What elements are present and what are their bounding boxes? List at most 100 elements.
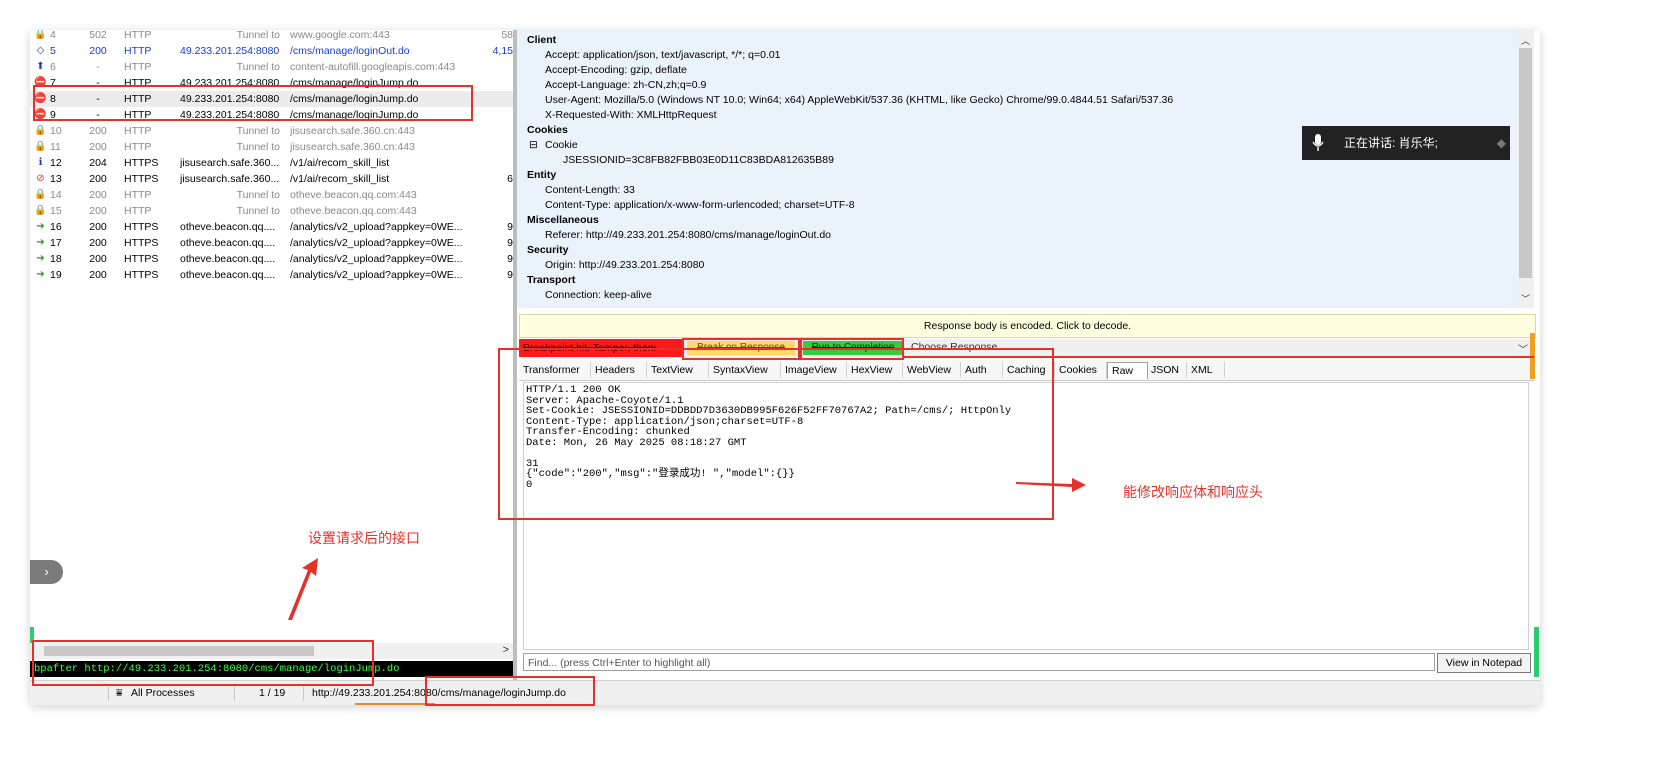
lock-icon: 🔒 — [34, 205, 47, 216]
header-line: Origin: http://49.233.201.254:8080 — [545, 259, 705, 271]
section-security[interactable]: Security — [527, 244, 568, 256]
process-filter[interactable]: All Processes — [131, 687, 195, 699]
annotation-box-status-url — [425, 676, 595, 706]
session-protocol: HTTP — [124, 30, 152, 41]
session-number: 10 — [50, 125, 62, 137]
session-number: 14 — [50, 189, 62, 201]
headers-vscrollbar[interactable]: ︿ ﹀ — [1517, 30, 1534, 308]
post-icon: ➔ — [36, 253, 45, 264]
header-line: Connection: keep-alive — [545, 289, 652, 301]
session-number: 11 — [50, 141, 61, 153]
session-result: 200 — [89, 237, 107, 249]
session-host: jisusearch.safe.360.... — [180, 157, 280, 169]
chevron-down-icon[interactable]: ﹀ — [1518, 341, 1528, 356]
session-protocol: HTTP — [124, 125, 152, 137]
annotation-box-command — [32, 640, 374, 686]
session-number: 4 — [50, 30, 56, 41]
session-number: 5 — [50, 45, 56, 57]
section-entity[interactable]: Entity — [527, 169, 556, 181]
session-url: /cms/manage/loginOut.do — [290, 45, 410, 57]
annotation-right-note: 能修改响应体和响应头 — [1123, 484, 1263, 500]
session-row[interactable]: 🔒 14 200 HTTP Tunnel to otheve.beacon.qq.com:… — [30, 187, 513, 203]
lock-icon: 🔒 — [34, 30, 47, 40]
filter-icon[interactable]: ⩸ — [116, 687, 122, 700]
session-protocol: HTTPS — [124, 237, 159, 249]
session-row[interactable]: ◇ 5 200 HTTP 49.233.201.254:8080/cms/manage/… — [30, 43, 513, 59]
lock-icon: 🔒 — [34, 141, 47, 152]
find-input[interactable]: Find... (press Ctrl+Enter to highlight a… — [523, 653, 1435, 671]
annotation-left-note: 设置请求后的接口 — [308, 530, 420, 546]
session-list[interactable]: 🔒 4 502 HTTP Tunnel to www.google.com:443 58 ◇ 5… — [30, 30, 513, 705]
right-edge-indicator-green — [1534, 627, 1539, 677]
session-row[interactable]: 🔒 15 200 HTTP Tunnel to otheve.beacon.qq.com:… — [30, 203, 513, 219]
up-arrow-icon: ⬆ — [36, 61, 45, 72]
session-row[interactable]: ℹ 12 204 HTTPS jisusearch.safe.360.... /v1/ai… — [30, 155, 513, 171]
session-row[interactable]: 🔒 11 200 HTTP Tunnel to jisusearch.safe.360.c… — [30, 139, 513, 155]
session-protocol: HTTP — [124, 141, 152, 153]
tab-xml[interactable]: XML — [1187, 362, 1225, 378]
session-protocol: HTTP — [124, 45, 152, 57]
header-line: Accept: application/json, text/javascrip… — [545, 49, 781, 61]
session-body: 9 — [507, 253, 513, 265]
section-client[interactable]: Client — [527, 34, 556, 46]
session-url: www.google.com:443 — [290, 30, 390, 41]
view-in-notepad-button[interactable]: View in Notepad — [1437, 653, 1531, 673]
session-body: 58 — [501, 30, 513, 41]
session-row[interactable]: ➔ 19 200 HTTPS otheve.beacon.qq.... /analytic… — [30, 267, 513, 283]
session-row[interactable]: ➔ 18 200 HTTPS otheve.beacon.qq.... /analytic… — [30, 251, 513, 267]
session-row[interactable]: ➔ 16 200 HTTPS otheve.beacon.qq.... /analytic… — [30, 219, 513, 235]
microphone-icon — [1312, 134, 1324, 151]
session-row[interactable]: 🔒 4 502 HTTP Tunnel to www.google.com:443 58 — [30, 30, 513, 43]
header-line: Content-Length: 33 — [545, 184, 635, 196]
scroll-down-icon[interactable]: ﹀ — [1521, 292, 1530, 305]
session-protocol: HTTPS — [124, 157, 159, 169]
header-line: X-Requested-With: XMLHttpRequest — [545, 109, 717, 121]
scroll-right-icon[interactable]: > — [503, 644, 509, 656]
session-body: 9 — [507, 221, 513, 233]
session-result: 200 — [89, 269, 107, 281]
session-url: /v1/ai/recom_skill_list — [290, 173, 390, 185]
session-count: 1 / 19 — [259, 687, 286, 699]
decode-response-bar[interactable]: Response body is encoded. Click to decod… — [519, 314, 1536, 338]
lock-icon: 🔒 — [34, 125, 47, 136]
status-separator — [303, 685, 304, 701]
tab-cookies[interactable]: Cookies — [1055, 362, 1107, 378]
status-separator — [108, 685, 109, 701]
session-result: - — [96, 61, 100, 73]
session-host: otheve.beacon.qq.... — [180, 221, 276, 233]
session-host: Tunnel to — [236, 205, 280, 217]
vscroll-thumb[interactable] — [1519, 48, 1532, 278]
expand-panel-button[interactable]: › — [30, 560, 63, 584]
collapse-icon[interactable]: ⊟ — [529, 139, 538, 151]
session-host: Tunnel to — [236, 30, 280, 41]
header-line: Content-Type: application/x-www-form-url… — [545, 199, 855, 211]
tab-json[interactable]: JSON — [1147, 362, 1187, 378]
session-row[interactable]: ⊘ 13 200 HTTPS jisusearch.safe.360.... /v1/ai… — [30, 171, 513, 187]
session-protocol: HTTP — [124, 61, 152, 73]
session-body: 9 — [507, 269, 513, 281]
session-number: 18 — [50, 253, 62, 265]
session-number: 17 — [50, 237, 62, 249]
session-result: 204 — [89, 157, 107, 169]
section-cookies[interactable]: Cookies — [527, 124, 568, 136]
request-headers-view: Client Accept: application/json, text/ja… — [517, 30, 1517, 308]
session-row[interactable]: ➔ 17 200 HTTPS otheve.beacon.qq.... /analytic… — [30, 235, 513, 251]
session-host: 49.233.201.254:8080 — [180, 45, 280, 57]
tab-raw[interactable]: Raw — [1107, 362, 1148, 379]
session-host: Tunnel to — [236, 141, 280, 153]
annotation-box-breakpoint-rows — [33, 85, 473, 121]
session-row[interactable]: ⬆ 6 - HTTP Tunnel to content-autofill.googlea… — [30, 59, 513, 75]
session-url: /analytics/v2_upload?appkey=0WE... — [290, 253, 463, 265]
section-misc[interactable]: Miscellaneous — [527, 214, 599, 226]
session-host: jisusearch.safe.360.... — [180, 173, 280, 185]
annotation-box-break-response — [682, 338, 800, 360]
popup-corner-icon[interactable]: ◆ — [1497, 126, 1506, 160]
session-result: 200 — [89, 141, 107, 153]
section-transport[interactable]: Transport — [527, 274, 575, 286]
session-host: otheve.beacon.qq.... — [180, 269, 276, 281]
scroll-up-icon[interactable]: ︿ — [1521, 34, 1530, 47]
session-row[interactable]: 🔒 10 200 HTTP Tunnel to jisusearch.safe.360.c… — [30, 123, 513, 139]
session-protocol: HTTPS — [124, 253, 159, 265]
annotation-arrow-up — [288, 558, 318, 620]
session-url: jisusearch.safe.360.cn:443 — [290, 125, 415, 137]
